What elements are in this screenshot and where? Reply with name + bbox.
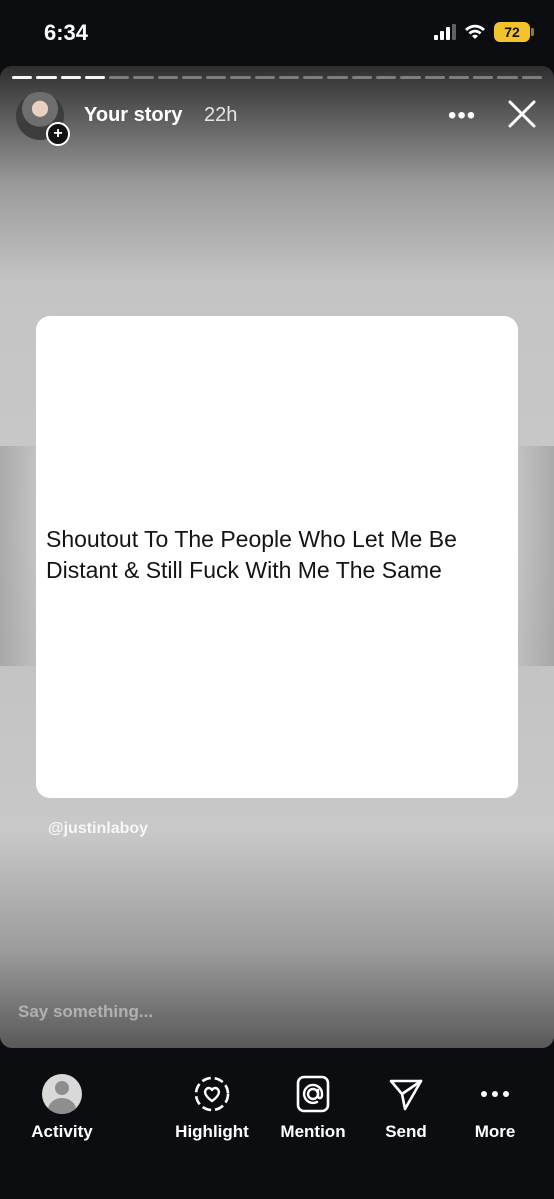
progress-segment xyxy=(109,76,130,79)
progress-segment xyxy=(84,76,106,79)
progress-segment xyxy=(278,76,300,79)
cellular-signal-icon xyxy=(434,24,456,40)
progress-segment xyxy=(497,76,518,79)
progress-segment xyxy=(351,76,372,79)
at-sign-icon xyxy=(296,1075,330,1113)
heart-circle-icon xyxy=(194,1076,230,1112)
shared-post-card[interactable]: Shoutout To The People Who Let Me Be Dis… xyxy=(36,316,518,798)
post-credit-mention[interactable]: @justinlaboy xyxy=(48,820,148,838)
progress-segment xyxy=(327,76,348,79)
battery-icon: 72 xyxy=(494,22,534,42)
send-button[interactable]: Send xyxy=(356,1070,456,1150)
ellipsis-icon[interactable]: ••• xyxy=(448,102,476,130)
progress-segment xyxy=(521,76,542,79)
mention-button[interactable]: Mention xyxy=(263,1070,363,1150)
progress-segment xyxy=(230,76,251,79)
story-viewer[interactable]: + Your story 22h ••• Shoutout To The Peo… xyxy=(0,66,554,1048)
story-header: + Your story 22h ••• xyxy=(16,92,538,146)
story-action-bar: Activity Highlight Mention Send More xyxy=(0,1048,554,1199)
ellipsis-icon xyxy=(481,1091,509,1097)
story-progress-bar xyxy=(12,76,542,79)
highlight-button[interactable]: Highlight xyxy=(162,1070,262,1150)
progress-segment xyxy=(60,76,81,79)
status-icons: 72 xyxy=(434,22,534,42)
status-time: 6:34 xyxy=(44,20,89,45)
activity-label: Activity xyxy=(31,1122,93,1141)
progress-segment xyxy=(12,76,33,79)
story-timestamp: 22h xyxy=(204,104,238,126)
progress-segment xyxy=(36,76,57,79)
post-text: Shoutout To The People Who Let Me Be Dis… xyxy=(46,526,457,583)
paper-plane-icon xyxy=(389,1079,423,1111)
add-story-icon[interactable]: + xyxy=(46,122,70,146)
mention-label: Mention xyxy=(280,1122,346,1141)
progress-segment xyxy=(424,76,445,79)
progress-segment xyxy=(133,76,154,79)
progress-segment xyxy=(448,76,470,79)
progress-segment xyxy=(375,76,397,79)
progress-segment xyxy=(206,76,227,79)
activity-button[interactable]: Activity xyxy=(12,1070,112,1150)
send-label: Send xyxy=(385,1122,427,1141)
progress-segment xyxy=(181,76,203,79)
progress-segment xyxy=(473,76,494,79)
wifi-icon xyxy=(465,24,485,39)
more-label: More xyxy=(474,1122,516,1141)
story-username[interactable]: Your story xyxy=(84,104,183,127)
progress-segment xyxy=(254,76,275,79)
reply-input[interactable]: Say something... xyxy=(18,1002,153,1022)
profile-avatar-icon xyxy=(42,1074,82,1114)
close-icon[interactable] xyxy=(506,98,538,130)
progress-segment xyxy=(157,76,178,79)
status-bar: 6:34 72 xyxy=(0,0,554,66)
progress-segment xyxy=(400,76,421,79)
progress-segment xyxy=(303,76,324,79)
highlight-label: Highlight xyxy=(175,1122,249,1141)
more-button[interactable]: More xyxy=(445,1070,545,1150)
